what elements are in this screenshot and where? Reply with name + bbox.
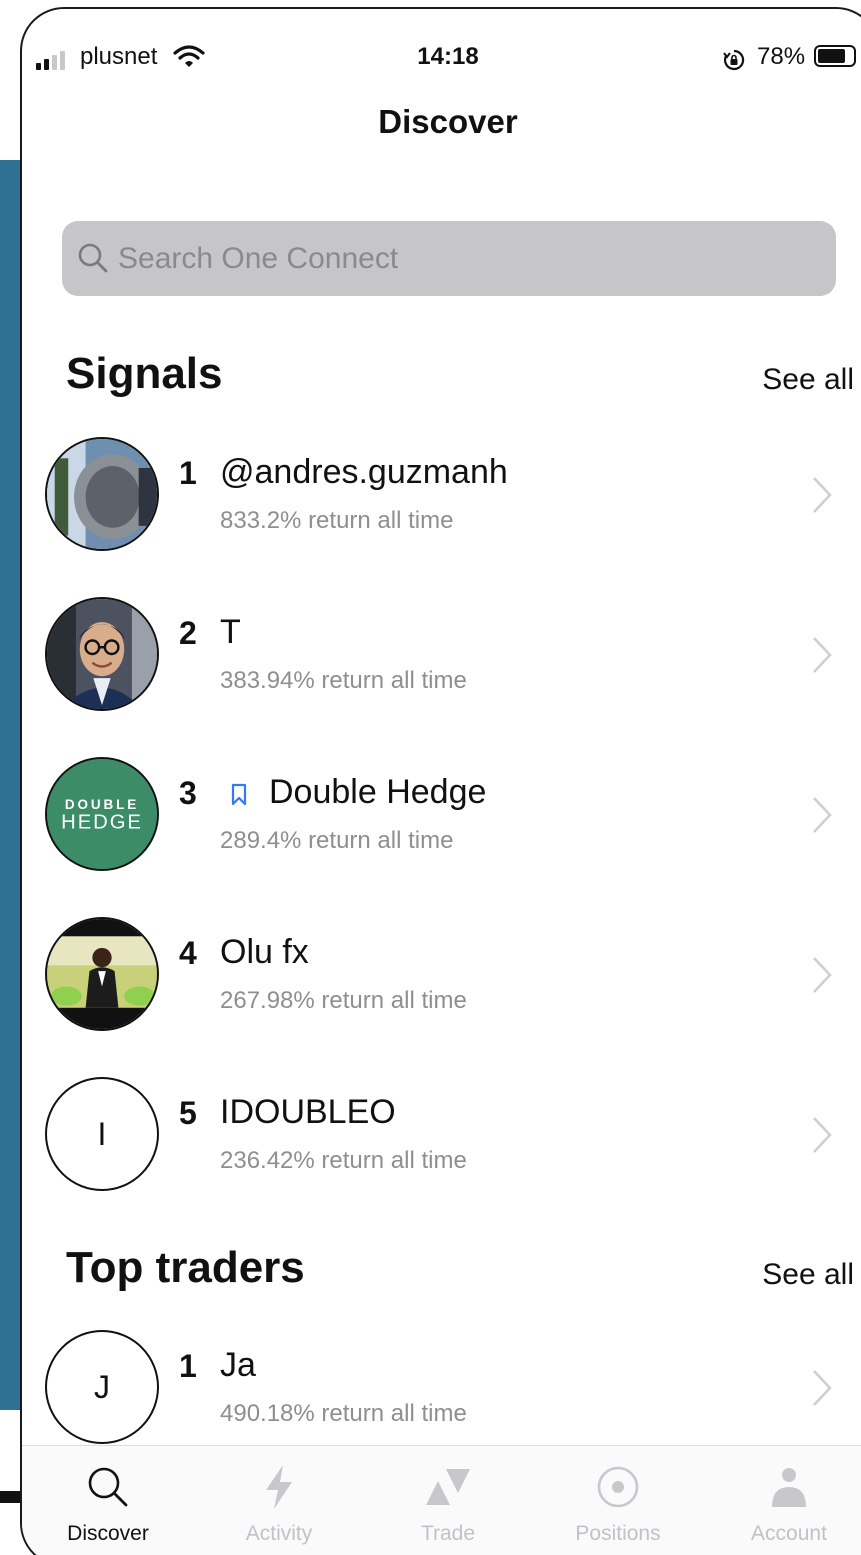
return-text: 267.98% return all time	[220, 987, 467, 1014]
avatar-initial: J	[45, 1330, 159, 1444]
return-text: 289.4% return all time	[220, 827, 454, 854]
signal-row[interactable]: I 5 IDOUBLEO 236.42% return all time	[22, 1077, 861, 1237]
person-icon	[719, 1462, 859, 1512]
signals-see-all-link[interactable]: See all	[762, 363, 854, 397]
double-hedge-logo: DOUBLE HEDGE	[45, 757, 159, 871]
orientation-lock-icon	[722, 48, 746, 77]
chevron-right-icon	[810, 955, 834, 1000]
search-icon	[77, 242, 109, 279]
battery-percent: 78%	[757, 43, 806, 70]
search-icon	[38, 1462, 178, 1512]
battery-icon	[814, 45, 856, 67]
phone-frame: plusnet 14:18 78% Discover Search One Co…	[20, 7, 861, 1555]
tab-activity[interactable]: Activity	[209, 1446, 349, 1555]
return-text: 833.2% return all time	[220, 507, 454, 534]
signal-row[interactable]: 1 @andres.guzmanh 833.2% return all time	[22, 437, 861, 597]
tab-positions[interactable]: Positions	[548, 1446, 688, 1555]
tab-label: Trade	[420, 1522, 476, 1545]
return-text: 383.94% return all time	[220, 667, 467, 694]
tab-label: Activity	[245, 1522, 313, 1545]
tab-label: Account	[751, 1522, 827, 1545]
signal-name: Olu fx	[220, 933, 309, 971]
rank-number: 5	[179, 1095, 197, 1131]
logo-line-2: HEDGE	[61, 811, 143, 833]
status-bar: plusnet 14:18 78%	[22, 9, 861, 99]
tab-account[interactable]: Account	[719, 1446, 859, 1555]
background-side-panel	[0, 160, 22, 1410]
tab-bar: Discover Activity Trade Positions Accoun…	[22, 1445, 861, 1555]
return-text: 490.18% return all time	[220, 1400, 467, 1427]
tab-label: Positions	[575, 1522, 661, 1545]
tab-discover[interactable]: Discover	[38, 1446, 178, 1555]
signals-heading: Signals	[66, 349, 223, 398]
rank-number: 4	[179, 935, 197, 971]
avatar	[45, 917, 159, 1031]
rank-number: 1	[179, 455, 197, 491]
trade-icon	[378, 1462, 518, 1512]
chevron-right-icon	[810, 795, 834, 840]
rank-number: 1	[179, 1348, 197, 1384]
chevron-right-icon	[810, 1115, 834, 1160]
rank-number: 2	[179, 615, 197, 651]
search-input[interactable]	[118, 221, 818, 296]
top-traders-heading: Top traders	[66, 1243, 305, 1292]
signal-row[interactable]: 2 T 383.94% return all time	[22, 597, 861, 757]
bookmark-icon	[230, 783, 248, 812]
avatar	[45, 437, 159, 551]
trader-name: Ja	[220, 1346, 256, 1384]
signal-name: Double Hedge	[269, 773, 487, 811]
target-icon	[548, 1462, 688, 1512]
search-bar[interactable]	[62, 221, 836, 296]
chevron-right-icon	[810, 635, 834, 680]
chevron-right-icon	[810, 475, 834, 520]
signal-name: @andres.guzmanh	[220, 453, 508, 491]
bolt-icon	[209, 1462, 349, 1512]
logo-line-1: DOUBLE	[65, 797, 139, 812]
top-traders-see-all-link[interactable]: See all	[762, 1258, 854, 1292]
screen: plusnet 14:18 78% Discover Search One Co…	[0, 0, 861, 1555]
signal-row[interactable]: DOUBLE HEDGE 3 Double Hedge 289.4% retur…	[22, 757, 861, 917]
rank-number: 3	[179, 775, 197, 811]
tab-label: Discover	[67, 1522, 149, 1545]
chevron-right-icon	[810, 1368, 834, 1413]
page-title: Discover	[378, 103, 518, 140]
signal-name: T	[220, 613, 241, 651]
tab-trade[interactable]: Trade	[378, 1446, 518, 1555]
signal-row[interactable]: 4 Olu fx 267.98% return all time	[22, 917, 861, 1077]
signal-name: IDOUBLEO	[220, 1093, 396, 1131]
avatar	[45, 597, 159, 711]
return-text: 236.42% return all time	[220, 1147, 467, 1174]
avatar-initial: I	[45, 1077, 159, 1191]
